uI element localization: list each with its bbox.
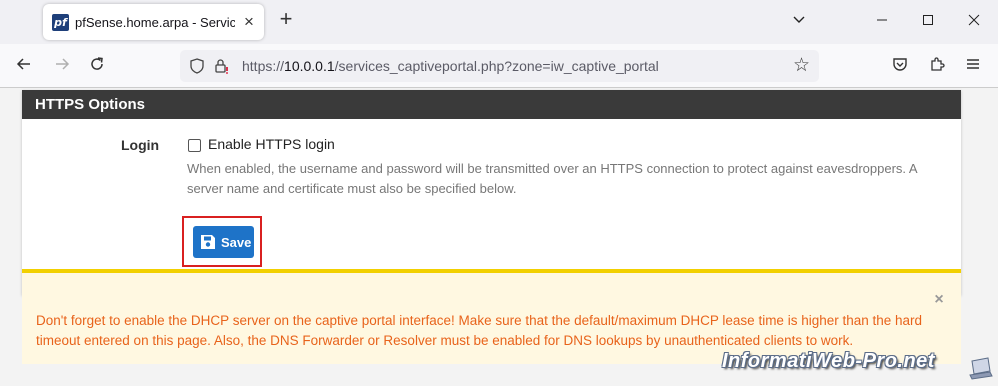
browser-tabbar: pf pfSense.home.arpa - Services: Captive… — [0, 0, 998, 44]
menu-icon[interactable] — [961, 54, 985, 78]
login-label: Login — [121, 137, 160, 153]
shield-icon[interactable] — [188, 57, 206, 75]
save-button[interactable]: Save — [193, 226, 254, 258]
alert-text: Don't forget to enable the DHCP server o… — [36, 313, 923, 348]
tab-close-icon[interactable]: × — [240, 13, 258, 31]
watermark-text: InformatiWeb-Pro.net — [722, 350, 935, 372]
new-tab-icon[interactable]: + — [276, 8, 296, 30]
extensions-icon[interactable] — [925, 54, 949, 78]
url-prefix: https:// — [242, 58, 285, 74]
minimize-icon[interactable] — [870, 10, 894, 34]
back-arrow-icon[interactable] — [12, 54, 36, 78]
enable-https-label[interactable]: Enable HTTPS login — [208, 136, 335, 152]
alert-close-icon[interactable]: × — [931, 292, 947, 308]
floppy-disk-icon — [201, 235, 215, 249]
bookmark-star-icon[interactable]: ☆ — [793, 54, 810, 77]
window-close-icon[interactable] — [962, 10, 986, 34]
url-path: /services_captiveportal.php?zone=iw_capt… — [334, 58, 659, 74]
save-label: Save — [221, 235, 252, 250]
enable-https-checkbox[interactable] — [188, 139, 201, 152]
url-text[interactable]: https://10.0.0.1/services_captiveportal.… — [242, 58, 659, 74]
maximize-icon[interactable] — [916, 10, 940, 34]
address-bar[interactable]: https://10.0.0.1/services_captiveportal.… — [180, 50, 819, 82]
browser-tab[interactable]: pf pfSense.home.arpa - Services: Captive… — [43, 4, 264, 40]
browser-navbar: https://10.0.0.1/services_captiveportal.… — [0, 44, 998, 88]
https-help-text: When enabled, the username and password … — [187, 161, 917, 196]
list-tabs-chevron-icon[interactable] — [787, 10, 811, 34]
lock-warning-icon[interactable] — [213, 57, 231, 75]
url-host: 10.0.0.1 — [284, 58, 335, 74]
page-content: HTTPS Options Login Enable HTTPS login W… — [0, 88, 998, 386]
tab-title: pfSense.home.arpa - Services: Captive Po… — [75, 15, 235, 30]
pocket-icon[interactable] — [888, 54, 912, 78]
forward-arrow-icon[interactable] — [50, 54, 74, 78]
pfsense-favicon-icon: pf — [52, 14, 69, 31]
save-highlight-box: Save — [182, 216, 262, 267]
panel-title: HTTPS Options — [22, 90, 961, 119]
reload-icon[interactable] — [85, 54, 109, 78]
laptop-logo-icon — [969, 357, 993, 380]
https-options-panel: HTTPS Options Login Enable HTTPS login W… — [22, 90, 961, 295]
